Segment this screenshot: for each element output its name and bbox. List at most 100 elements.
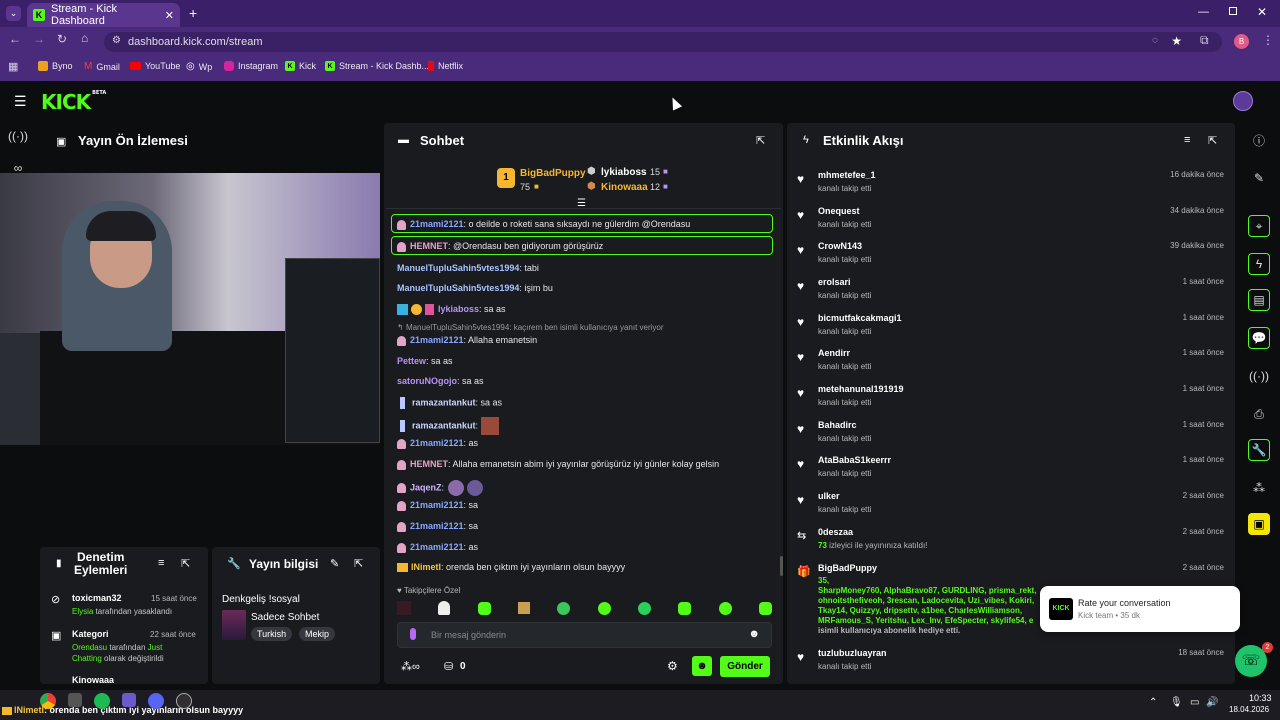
lightning-icon[interactable]: ϟ xyxy=(1248,253,1270,275)
spotify-icon[interactable] xyxy=(94,693,110,709)
wrench-icon[interactable]: 🔧 xyxy=(1248,439,1270,461)
chat-message[interactable]: 21mami2121: sa xyxy=(397,500,478,511)
extensions-icon[interactable]: ⧉ xyxy=(1200,33,1209,48)
chat-message[interactable]: 21mami2121: o deilde o roketi sana sıksa… xyxy=(397,219,690,230)
category-name[interactable]: Sadece Sohbet xyxy=(251,612,319,623)
filter-icon[interactable]: ≡ xyxy=(1184,134,1190,146)
microphone-tray-icon[interactable]: 🎙 xyxy=(1170,697,1183,708)
chat-message[interactable]: satoruNOgojo: sa as xyxy=(397,376,484,386)
mod-action-user[interactable]: Kategori xyxy=(72,629,109,639)
target-icon[interactable]: ⌖ xyxy=(1248,215,1270,237)
popout-icon[interactable]: ⇱ xyxy=(1208,134,1217,147)
chat-message[interactable]: HEMNET: @Orendasu ben gidiyorum görüşürü… xyxy=(397,241,603,252)
profile-avatar[interactable]: B xyxy=(1234,34,1249,49)
apps-grid-icon[interactable]: ▦ xyxy=(8,60,18,73)
activity-user[interactable]: tuzlubuzluayran xyxy=(818,648,887,658)
chat-message[interactable]: lNimetl: orenda ben çıktım iyi yayınları… xyxy=(397,562,625,573)
category-thumbnail[interactable] xyxy=(222,610,246,640)
hamburger-menu-icon[interactable]: ☰ xyxy=(14,93,27,110)
mod-action-user[interactable]: Kinowaaa xyxy=(72,675,114,685)
info-icon[interactable]: ⓘ xyxy=(1248,129,1270,151)
activity-user[interactable]: metehanunal191919 xyxy=(818,384,904,394)
leaderboard-second-name[interactable]: lykiaboss xyxy=(601,167,647,178)
reply-context[interactable]: ↰ ManuelTupluSahin5vtes1994: kaçırem ben… xyxy=(397,323,664,332)
bookmark-instagram[interactable]: Instagram xyxy=(224,61,278,71)
site-info-icon[interactable]: ⚙ xyxy=(112,35,121,46)
home-icon[interactable]: ⌂ xyxy=(81,31,88,45)
new-tab-button[interactable]: + xyxy=(189,6,197,20)
app-icon[interactable] xyxy=(68,693,82,707)
close-window-button[interactable]: ✕ xyxy=(1257,5,1267,19)
chat-message[interactable]: ramazantankut: xyxy=(397,417,500,435)
user-avatar[interactable] xyxy=(1233,91,1253,111)
emote-icon[interactable] xyxy=(637,601,651,615)
chat-message[interactable]: ramazantankut: sa as xyxy=(397,397,502,409)
eye-off-icon[interactable]: ◌ xyxy=(1152,35,1158,46)
bookmark-wp[interactable]: ◎ Wp xyxy=(186,61,212,72)
bookmark-kick-dashboard[interactable]: K Stream - Kick Dashb... xyxy=(325,61,429,71)
tag-chip[interactable]: Mekip xyxy=(299,627,336,641)
tag-chip[interactable]: Turkish xyxy=(251,627,293,641)
ghost-emote-icon[interactable] xyxy=(438,601,451,615)
url-field[interactable]: ⚙ dashboard.kick.com/stream ◌ ★ xyxy=(104,32,1222,52)
chrome-icon[interactable] xyxy=(40,693,56,709)
activity-user[interactable]: Aendirr xyxy=(818,348,850,358)
chat-message[interactable]: ManuelTupluSahin5vtes1994: işim bu xyxy=(397,283,553,293)
document-icon[interactable]: ▤ xyxy=(1248,289,1270,311)
popout-icon[interactable]: ⇱ xyxy=(354,557,363,570)
mod-action-user[interactable]: toxicman32 xyxy=(72,593,122,603)
close-tab-icon[interactable]: ✕ xyxy=(165,9,174,22)
bookmark-youtube[interactable]: YouTube xyxy=(130,61,180,71)
activity-user[interactable]: CrowN143 xyxy=(818,241,862,251)
activity-user[interactable]: Bahadirc xyxy=(818,420,857,430)
back-icon[interactable]: ← xyxy=(9,32,21,46)
send-button[interactable]: Gönder xyxy=(720,656,770,677)
activity-user[interactable]: AtaBabaS1keerrr xyxy=(818,455,891,465)
maximize-button[interactable] xyxy=(1229,7,1237,15)
connections-icon[interactable]: ⁂∞ xyxy=(401,660,420,673)
chat-message[interactable]: JaqenZ: xyxy=(397,480,484,496)
emote-icon[interactable] xyxy=(397,601,411,615)
bookmark-kick[interactable]: K Kick xyxy=(285,61,316,71)
chat-message[interactable]: HEMNET: Allaha emanetsin abim iyi yayınl… xyxy=(397,459,719,470)
chat-message[interactable]: Pettew: sa as xyxy=(397,356,453,366)
chat-scrollbar[interactable] xyxy=(780,556,783,576)
clapper-icon[interactable]: ▣ xyxy=(1248,513,1270,535)
rate-conversation-toast[interactable]: KICK Rate your conversation Kick team • … xyxy=(1040,586,1240,632)
filter-icon[interactable]: ≡ xyxy=(158,557,164,569)
emote-icon[interactable] xyxy=(678,601,692,615)
emote-icon[interactable] xyxy=(758,601,772,615)
network-icon[interactable]: ▭ xyxy=(1190,697,1199,708)
connections-icon[interactable]: ⁂ xyxy=(1248,477,1270,499)
app-icon[interactable] xyxy=(122,693,136,707)
clock-time[interactable]: 10:33 xyxy=(1249,693,1272,703)
activity-user[interactable]: ulker xyxy=(818,491,840,501)
bookmark-star-icon[interactable]: ★ xyxy=(1171,34,1182,48)
chat-input[interactable]: Bir mesaj gönderin ☻ xyxy=(397,622,772,648)
emoji-picker-icon[interactable]: ☻ xyxy=(748,628,760,640)
discord-icon[interactable] xyxy=(148,693,164,709)
popout-icon[interactable]: ⇱ xyxy=(756,134,765,147)
minimize-button[interactable]: — xyxy=(1198,6,1209,18)
leaderboard-first-name[interactable]: BigBadPuppy xyxy=(520,168,586,179)
chat-message[interactable]: 21mami2121: Allaha emanetsin xyxy=(397,335,537,346)
emote-icon[interactable] xyxy=(557,601,571,615)
volume-icon[interactable]: 🔊 xyxy=(1206,697,1218,708)
chat-message[interactable]: ManuelTupluSahin5vtes1994: tabi xyxy=(397,263,539,273)
tab-list-button[interactable]: ⌄ xyxy=(6,6,21,21)
popout-icon[interactable]: ⇱ xyxy=(181,557,190,570)
chat-message[interactable]: 21mami2121: as xyxy=(397,438,478,449)
bookmark-gmail[interactable]: M Gmail xyxy=(84,61,120,72)
reload-icon[interactable]: ↻ xyxy=(57,32,67,46)
quick-emote-button[interactable]: ☻ xyxy=(692,656,712,676)
kick-logo[interactable]: KICK BETA xyxy=(41,90,106,114)
menu-kebab-icon[interactable]: ⋮ xyxy=(1262,33,1274,47)
stream-icon[interactable]: ((·)) xyxy=(7,125,29,147)
tray-chevron-icon[interactable]: ⌃ xyxy=(1149,697,1157,708)
chat-message[interactable]: 21mami2121: as xyxy=(397,542,478,553)
obs-icon[interactable] xyxy=(176,693,192,709)
print-icon[interactable]: ⎙ xyxy=(1248,403,1270,425)
emote-icon[interactable] xyxy=(477,601,491,615)
clock-date[interactable]: 18.04.2026 xyxy=(1229,705,1269,714)
activity-user[interactable]: mhmetefee_1 xyxy=(818,170,876,180)
